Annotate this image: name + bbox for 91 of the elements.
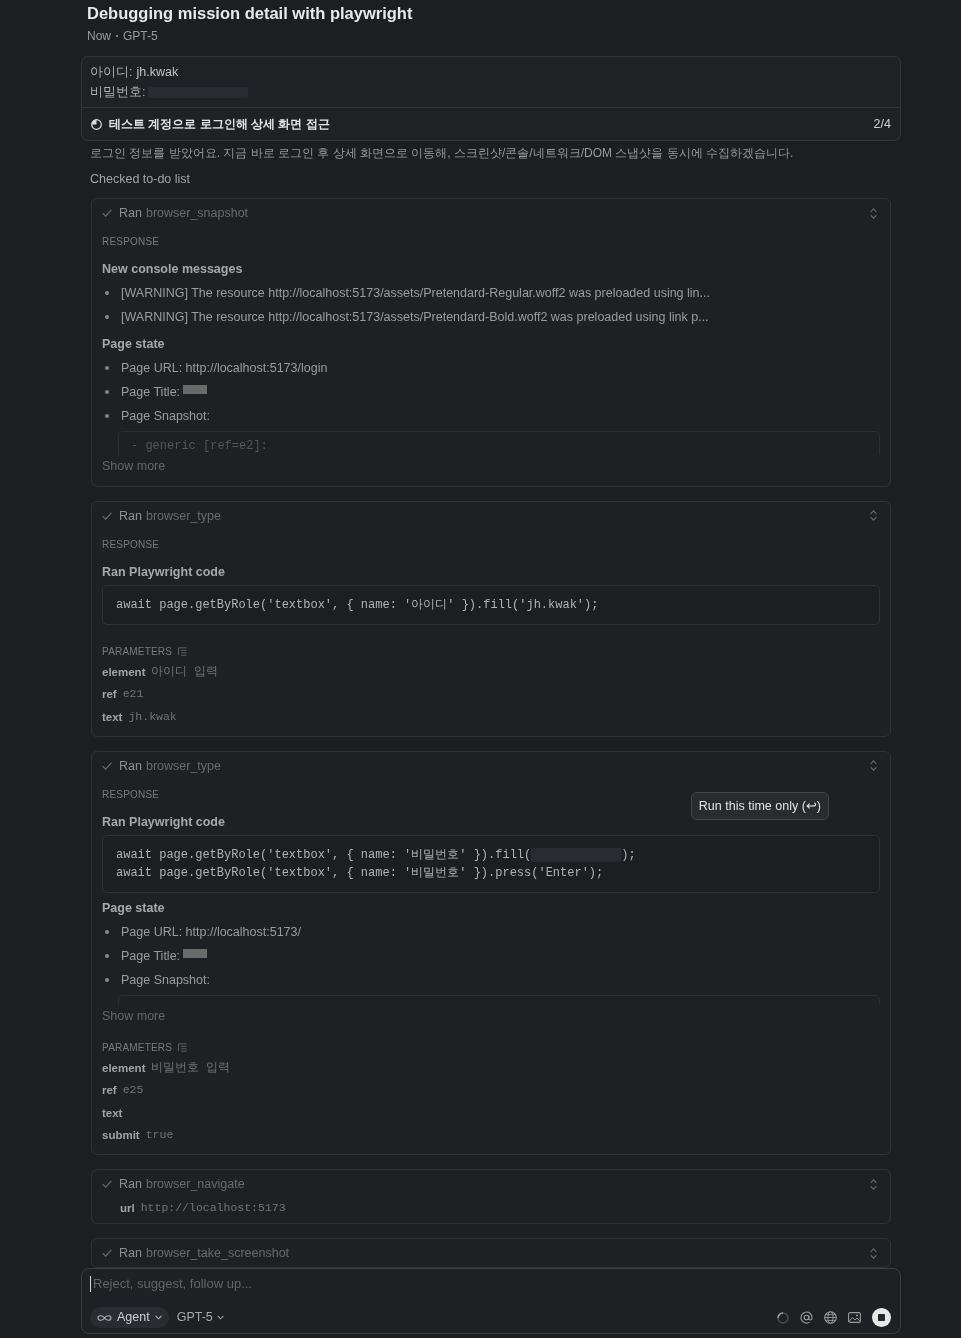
section-heading: Page state [102, 336, 166, 353]
tooltip: Run this time only (↩) [690, 791, 829, 820]
check-icon [102, 209, 112, 217]
list-item-text: Page Snapshot: [121, 408, 210, 425]
bullet-icon [105, 315, 109, 319]
section-label: RESPONSE [102, 538, 161, 551]
code-text: ); [621, 846, 636, 864]
section-heading: New console messages [102, 261, 244, 278]
section-heading: Ran Playwright code [102, 563, 226, 581]
param-name: element [102, 664, 146, 680]
tool-call-name: browser_type [145, 507, 221, 524]
credential-label: 비밀번호: [90, 84, 146, 101]
list-tree-icon [178, 647, 188, 657]
bullet-icon [105, 929, 109, 934]
parameters-label: PARAMETERS [102, 645, 173, 658]
list-item-text: [WARNING] The resource http://localhost:5173/assets/Pretendard-Regular.woff2 was preloaded using lin... [121, 285, 710, 302]
status-text: Checked to-do list [89, 171, 192, 188]
section-heading: Ran Playwright code [102, 813, 226, 831]
section-label: RESPONSE [102, 236, 161, 248]
tool-call-verb: Ran [119, 1176, 142, 1193]
code-line: await page.getByRole('textbox', { name: '아이디' }).fill('jh.kwak'); [116, 596, 600, 614]
chevron-up-down-icon[interactable] [870, 1178, 877, 1190]
list-item-text: Page Snapshot: [121, 971, 210, 989]
todo-count: 2/4 [873, 115, 891, 133]
bullet-icon [105, 366, 109, 370]
param-value: jh.kwak [128, 708, 177, 725]
param-value: http://localhost:5173 [140, 1200, 286, 1217]
param-value: true [145, 1127, 174, 1144]
tool-call-verb: Ran [119, 205, 142, 221]
credential-label: 아이디: [90, 64, 133, 81]
param-name: url [120, 1201, 135, 1217]
chevron-up-down-icon[interactable] [870, 207, 877, 219]
todo-text: 테스트 계정으로 로그인해 상세 화면 접근 [109, 116, 330, 133]
list-item-text: Page URL: http://localhost:5173/ [121, 923, 301, 941]
at-sign-icon[interactable] [800, 1311, 813, 1324]
bullet-icon [105, 390, 109, 394]
param-name: ref [102, 1083, 117, 1099]
param-value: 아이디 입력 [151, 663, 219, 680]
chevron-down-icon [216, 1315, 224, 1320]
tool-call-name: browser_take_screenshot [145, 1245, 290, 1262]
check-icon [102, 511, 112, 520]
credential-value: jh.kwak [136, 64, 179, 81]
mode-selector[interactable]: Agent [90, 1307, 169, 1328]
check-icon [102, 761, 112, 770]
bullet-icon [105, 953, 109, 958]
check-icon [102, 1180, 112, 1189]
chevron-up-down-icon[interactable] [870, 760, 877, 772]
bullet-icon [105, 977, 109, 982]
section-label: RESPONSE [102, 788, 161, 801]
code-text: await page.getByRole('textbox', { name: '비밀번호' }).fill( [116, 846, 532, 864]
stop-button[interactable] [872, 1308, 891, 1327]
param-value: e25 [122, 1082, 144, 1099]
list-item-text: Page Title: [121, 384, 181, 401]
section-heading: Page state [102, 899, 166, 917]
model-label: GPT-5 [123, 28, 158, 44]
stop-icon [878, 1314, 885, 1321]
image-icon[interactable] [848, 1312, 861, 1323]
tool-call-verb: Ran [119, 1245, 142, 1262]
parameters-label: PARAMETERS [102, 1041, 173, 1054]
bullet-icon [105, 414, 109, 418]
globe-icon[interactable] [824, 1311, 837, 1324]
param-value: e21 [122, 686, 144, 703]
chevron-up-down-icon[interactable] [870, 510, 877, 522]
timestamp: Now [87, 28, 111, 44]
param-name: text [102, 1105, 123, 1121]
message-composer[interactable]: Reject, suggest, follow up... Agent GPT-5 [81, 1268, 901, 1334]
bullet-icon [105, 291, 109, 295]
list-item-text: [WARNING] The resource http://localhost:5173/assets/Pretendard-Bold.woff2 was preloaded using link p... [121, 309, 709, 326]
param-name: text [102, 709, 123, 725]
infinity-icon [97, 1313, 112, 1322]
tool-call-name: browser_type [145, 757, 221, 774]
list-item-text: Page Title: [121, 947, 181, 965]
chevron-down-icon [154, 1315, 162, 1320]
tool-call-verb: Ran [119, 757, 142, 774]
model-selector[interactable]: GPT-5 [171, 1307, 229, 1328]
param-value: 비밀번호 입력 [151, 1059, 231, 1076]
param-name: ref [102, 687, 117, 703]
param-name: submit [102, 1128, 140, 1144]
param-name: element [102, 1060, 146, 1076]
code-line: await page.getByRole('textbox', { name: '비밀번호' }).press('Enter'); [116, 864, 605, 882]
tool-call-name: browser_navigate [145, 1176, 245, 1193]
chevron-up-down-icon[interactable] [870, 1247, 877, 1259]
assistant-message: 로그인 정보를 받았어요. 지금 바로 로그인 후 상세 화면으로 이동해, 스크린샷/콘솔/네트워크/DOM 스냅샷을 동시에 수집하겠습니다. [89, 145, 795, 162]
progress-pie-icon [91, 118, 102, 130]
check-icon [102, 1249, 112, 1258]
list-item-text: Page URL: http://localhost:5173/login [121, 360, 328, 377]
tool-call-verb: Ran [119, 507, 142, 524]
tool-call-name: browser_snapshot [145, 205, 249, 221]
message-input[interactable]: Reject, suggest, follow up... [90, 1273, 891, 1295]
chat-title: Debugging mission detail with playwright [86, 3, 414, 24]
list-tree-icon [178, 1043, 188, 1053]
